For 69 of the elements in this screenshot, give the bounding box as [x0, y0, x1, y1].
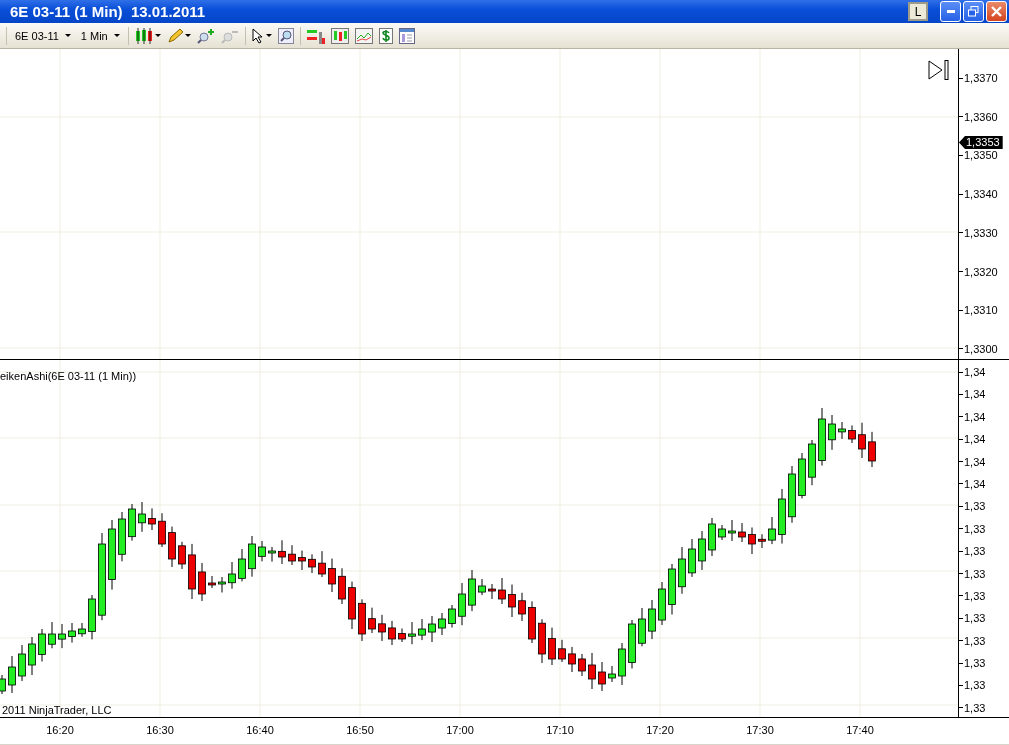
- price-tick-label: 1,3340: [959, 187, 1009, 202]
- restore-button[interactable]: [963, 1, 984, 22]
- candlestick-icon: [330, 27, 349, 44]
- price-tick-label: 1,3370: [959, 71, 1009, 85]
- price-tick-label: 1,33: [959, 678, 1009, 693]
- magnifier-icon: [277, 27, 294, 44]
- price-tick-label: 1,33: [959, 566, 1009, 581]
- price-tick-label: 1,33: [959, 656, 1009, 671]
- time-tick-label: 17:10: [545, 723, 575, 738]
- price-tick-label: 1,33: [959, 499, 1009, 514]
- interval-dropdown[interactable]: 1 Min: [78, 29, 122, 42]
- zoom-button[interactable]: [277, 25, 294, 46]
- last-price-marker: 1,3353: [959, 136, 1003, 149]
- cursor-icon: [251, 27, 264, 44]
- price-tick-label: 1,33: [959, 611, 1009, 626]
- data-box-button[interactable]: [330, 25, 349, 46]
- link-button[interactable]: L: [908, 2, 928, 21]
- price-tick-label: 1,34: [959, 476, 1009, 491]
- price-tick-label: 1,3360: [959, 109, 1009, 124]
- close-icon: [991, 6, 1002, 17]
- time-tick-label: 17:40: [845, 723, 875, 738]
- close-button[interactable]: [986, 1, 1007, 22]
- dollar-icon: [378, 27, 393, 44]
- time-tick-label: 16:50: [345, 723, 375, 738]
- price-tick-label: 1,34: [959, 432, 1009, 447]
- price-tick-label: 1,34: [959, 387, 1009, 402]
- price-tick-label: 1,33: [959, 521, 1009, 536]
- pencil-icon: [166, 27, 183, 44]
- minimize-button[interactable]: [940, 1, 961, 22]
- indicators-button[interactable]: [354, 25, 373, 46]
- price-tick-label: 1,3320: [959, 264, 1009, 279]
- copyright-text: 2011 NinjaTrader, LLC: [2, 704, 112, 716]
- caret-icon: [64, 34, 71, 37]
- caret-icon: [154, 34, 161, 37]
- form-icon: [398, 27, 415, 44]
- price-tick-label: 1,33: [959, 633, 1009, 648]
- price-tick-label: 1,34: [959, 365, 1009, 379]
- price-tick-label: 1,33: [959, 700, 1009, 715]
- time-tick-label: 16:40: [245, 723, 275, 738]
- price-tick-label: 1,34: [959, 454, 1009, 469]
- price-tick-label: 1,33: [959, 544, 1009, 559]
- time-tick-label: 17:00: [445, 723, 475, 738]
- time-tick-label: 16:30: [145, 723, 175, 738]
- price-tick-label: 1,3350: [959, 148, 1009, 163]
- strategies-button[interactable]: [378, 25, 393, 46]
- price-tick-label: 1,34: [959, 409, 1009, 424]
- caret-icon: [113, 34, 120, 37]
- time-tick-label: 17:20: [645, 723, 675, 738]
- bars-icon: [306, 27, 325, 44]
- zoom-in-icon: [196, 27, 215, 44]
- caret-icon: [265, 34, 272, 37]
- time-tick-label: 17:30: [745, 723, 775, 738]
- line-chart-icon: [354, 27, 373, 44]
- minimize-icon: [946, 10, 955, 13]
- price-tick-label: 1,3300: [959, 341, 1009, 356]
- time-tick-label: 16:20: [45, 723, 75, 738]
- price-tick-label: 1,3330: [959, 225, 1009, 240]
- restore-icon: [968, 6, 979, 17]
- price-tick-label: 1,33: [959, 588, 1009, 603]
- properties-button[interactable]: [398, 25, 415, 46]
- candlestick-icon: [134, 27, 153, 44]
- indicator-label: eikenAshi(6E 03-11 (1 Min)): [0, 370, 137, 382]
- chart-style-button[interactable]: [134, 25, 161, 46]
- pointer-button[interactable]: [251, 25, 272, 46]
- caret-icon: [184, 34, 191, 37]
- scroll-to-end-icon[interactable]: [928, 59, 950, 81]
- instrument-dropdown[interactable]: 6E 03-11: [13, 29, 73, 42]
- price-tick-label: 1,3310: [959, 303, 1009, 318]
- window-title: 6E 03-11 (1 Min) 13.01.2011: [9, 3, 207, 20]
